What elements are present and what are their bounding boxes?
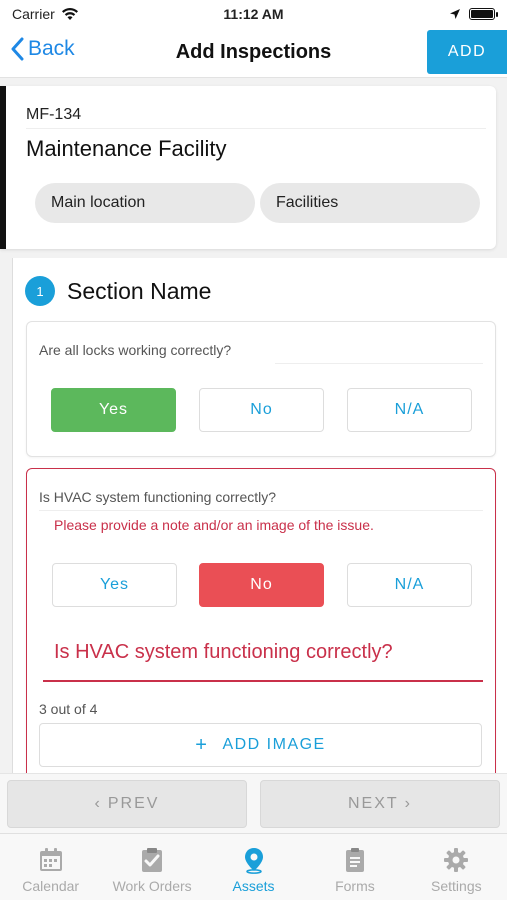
note-input-underline <box>43 680 483 682</box>
answer-yes-button[interactable]: Yes <box>51 388 176 432</box>
add-button[interactable]: ADD <box>427 30 507 74</box>
status-right <box>449 8 498 20</box>
answer-yes-button[interactable]: Yes <box>52 563 177 607</box>
chevron-right-icon: › <box>404 795 412 812</box>
tab-label: Calendar <box>22 878 80 894</box>
answer-na-button[interactable]: N/A <box>347 388 472 432</box>
asset-card: MF-134 Maintenance Facility Main locatio… <box>0 86 496 249</box>
asset-divider <box>26 128 486 129</box>
question-underline <box>275 363 483 364</box>
add-image-label: ADD IMAGE <box>222 736 326 753</box>
tab-label: Forms <box>335 878 375 894</box>
question-underline <box>39 510 483 511</box>
status-left: Carrier <box>12 6 79 22</box>
plus-icon: + <box>195 734 209 756</box>
note-input[interactable]: Is HVAC system functioning correctly? <box>54 641 393 664</box>
asset-code: MF-134 <box>26 106 82 123</box>
gear-icon <box>444 848 469 872</box>
question-text: Are all locks working correctly? <box>39 342 232 358</box>
back-label: Back <box>28 37 75 60</box>
question-text: Is HVAC system functioning correctly? <box>39 489 277 505</box>
tab-label: Work Orders <box>112 878 192 894</box>
chevron-left-icon <box>11 37 24 61</box>
tab-label: Assets <box>232 878 275 894</box>
validation-error: Please provide a note and/or an image of… <box>54 517 374 533</box>
clipboard-check-icon <box>142 848 163 872</box>
location-arrow-icon <box>450 9 460 19</box>
location-chip: Main location <box>35 183 255 223</box>
carrier-label: Carrier <box>12 6 55 22</box>
question-card-error: Is HVAC system functioning correctly? Pl… <box>26 468 496 778</box>
pager: ‹ PREV NEXT › <box>0 773 507 833</box>
tab-bar: Calendar Work Orders Assets Forms Settin… <box>0 833 507 900</box>
prev-button[interactable]: ‹ PREV <box>7 780 247 828</box>
asset-name: Maintenance Facility <box>26 136 227 161</box>
location-pin-icon <box>244 848 263 874</box>
status-bar: Carrier 11:12 AM <box>0 0 507 28</box>
answer-no-button[interactable]: No <box>199 563 324 607</box>
nav-bar: Back Add Inspections ADD <box>0 28 507 78</box>
section-card: 1 Section Name Are all locks working cor… <box>12 258 507 778</box>
section-number-badge: 1 <box>25 276 55 306</box>
forms-icon <box>345 848 364 872</box>
tab-forms[interactable]: Forms <box>304 834 405 900</box>
image-counter: 3 out of 4 <box>39 701 98 717</box>
section-title: Section Name <box>67 277 212 304</box>
section-header: 1 Section Name <box>25 276 211 306</box>
calendar-icon <box>39 848 62 871</box>
question-card: Are all locks working correctly? Yes No … <box>26 321 496 457</box>
answer-na-button[interactable]: N/A <box>347 563 472 607</box>
tab-calendar[interactable]: Calendar <box>0 834 101 900</box>
add-image-button[interactable]: + ADD IMAGE <box>39 723 482 767</box>
back-button[interactable]: Back <box>10 37 75 61</box>
tab-label: Settings <box>431 878 482 894</box>
category-chip: Facilities <box>260 183 480 223</box>
battery-fill <box>471 10 493 18</box>
wifi-icon <box>61 7 78 20</box>
answer-no-button[interactable]: No <box>199 388 324 432</box>
battery-icon <box>469 8 498 20</box>
chevron-left-icon: ‹ <box>94 795 102 812</box>
next-label: NEXT <box>348 795 399 812</box>
tab-settings[interactable]: Settings <box>406 834 507 900</box>
tab-work-orders[interactable]: Work Orders <box>101 834 202 900</box>
next-button[interactable]: NEXT › <box>260 780 500 828</box>
prev-label: PREV <box>107 795 160 812</box>
tab-assets[interactable]: Assets <box>203 834 304 900</box>
